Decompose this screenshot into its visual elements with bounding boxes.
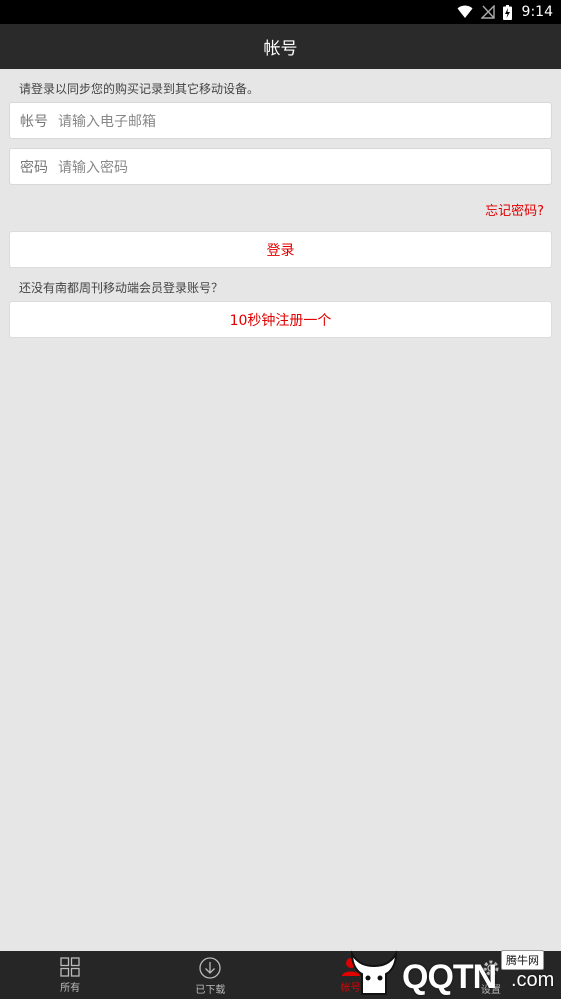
cow-logo-icon (350, 950, 398, 995)
login-hint: 请登录以同步您的购买记录到其它移动设备。 (19, 82, 260, 96)
wifi-icon (457, 5, 473, 18)
account-placeholder: 请输入电子邮箱 (58, 113, 156, 130)
status-icons: 9:14 (457, 0, 553, 24)
tab-label: 所有 (60, 983, 81, 994)
password-label: 密码 (20, 159, 48, 176)
download-circle-icon (199, 957, 222, 979)
account-field[interactable]: 帐号 请输入电子邮箱 (9, 102, 552, 139)
watermark: QQTN .com 腾牛网 (344, 946, 556, 999)
register-prompt: 还没有南都周刊移动端会员登录账号？ (19, 281, 224, 295)
watermark-badge: 腾牛网 (501, 950, 544, 970)
register-button[interactable]: 10秒钟注册一个 (9, 301, 552, 338)
watermark-suffix: .com (511, 969, 555, 991)
no-sim-icon (480, 5, 495, 19)
account-label: 帐号 (20, 113, 48, 130)
grid-icon (60, 957, 80, 977)
password-placeholder: 请输入密码 (58, 159, 128, 176)
login-button[interactable]: 登录 (9, 231, 552, 268)
page-title: 帐号 (263, 39, 298, 59)
tab-all[interactable]: 所有 (0, 951, 140, 999)
tab-label: 已下载 (195, 985, 226, 996)
battery-charging-icon (502, 4, 512, 20)
forgot-password-link[interactable]: 忘记密码? (485, 200, 544, 219)
tab-downloaded[interactable]: 已下载 (140, 951, 280, 999)
password-field[interactable]: 密码 请输入密码 (9, 148, 552, 185)
status-time: 9:14 (521, 4, 553, 20)
watermark-text: QQTN (402, 958, 497, 996)
title-bar: 帐号 (0, 24, 561, 69)
status-bar: 9:14 (0, 0, 561, 24)
